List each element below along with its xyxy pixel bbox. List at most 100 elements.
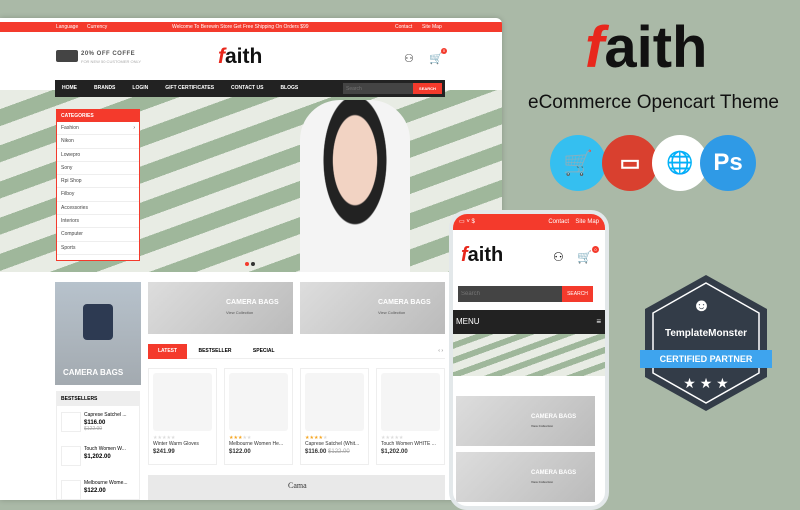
product-price: $116.00: [305, 449, 327, 455]
tab-latest[interactable]: LATEST: [148, 344, 188, 359]
mobile-mockup: ▭ ˅ $ Contact Site Map faith ⚇ 🛒 0 SEARC…: [449, 210, 609, 510]
bestseller-item[interactable]: Caprese Satchel ... $116.00 $122.00: [57, 406, 139, 440]
view-collection-link[interactable]: View Collection: [226, 310, 253, 315]
category-item[interactable]: Sports: [57, 242, 139, 255]
banner-bag[interactable]: CAMERA BAGS View Collection: [300, 282, 445, 334]
categories-title: CATEGORIES: [57, 110, 139, 122]
nav-blogs[interactable]: BLOGS: [280, 85, 298, 91]
category-item[interactable]: Fashion ›: [57, 122, 139, 136]
nav-gift[interactable]: GIFT CERTIFICATES: [165, 85, 214, 91]
bottom-banner[interactable]: Cama: [148, 475, 445, 500]
product-name[interactable]: Touch Women WHITE ...: [381, 441, 440, 447]
nav-home[interactable]: HOME: [62, 85, 77, 91]
opencart-icon: 🛒: [550, 135, 606, 191]
mobile-cart-icon[interactable]: 🛒: [577, 250, 592, 264]
product-card[interactable]: ★★★★★ Caprese Satchel (Whit... $116.00 $12…: [300, 368, 369, 465]
currency-dropdown[interactable]: Currency: [87, 22, 107, 32]
tab-special[interactable]: SPECIAL: [243, 344, 285, 359]
nav-contact[interactable]: CONTACT US: [231, 85, 263, 91]
product-card[interactable]: ★★★★★ Winter Warm Gloves $241.99: [148, 368, 217, 465]
theme-subtitle: eCommerce Opencart Theme: [528, 92, 779, 113]
sitemap-link[interactable]: Site Map: [422, 22, 442, 32]
badge-brand: TemplateMonster: [664, 328, 748, 339]
product-price: $1,202.00: [381, 449, 408, 455]
mobile-banner-shoes[interactable]: CAMERA BAGS View Collection: [456, 396, 595, 446]
promo-title: 20% OFF COFFE: [81, 51, 136, 57]
account-icon[interactable]: ⚇: [404, 52, 414, 65]
welcome-text: Welcome To Berewin Store Get Free Shippi…: [172, 24, 309, 30]
responsive-icon: ▭: [602, 135, 658, 191]
product-name[interactable]: Melbourne Women He...: [229, 441, 288, 447]
mobile-contact-link[interactable]: Contact: [548, 214, 569, 230]
category-item[interactable]: Filboy: [57, 188, 139, 202]
carousel-arrows[interactable]: ‹ ›: [438, 348, 443, 354]
logo[interactable]: faith: [218, 45, 262, 69]
product-card[interactable]: ★★★★★ Melbourne Women He... $122.00: [224, 368, 293, 465]
product-image: [153, 373, 212, 431]
mobile-search-button[interactable]: SEARCH: [562, 286, 593, 302]
category-item[interactable]: Accessories: [57, 202, 139, 216]
bag-image: [83, 304, 113, 340]
left-banner[interactable]: CAMERA BAGS: [55, 282, 141, 385]
category-item[interactable]: Computer: [57, 228, 139, 242]
nav-brands[interactable]: BRANDS: [94, 85, 115, 91]
monster-icon: ☻: [692, 295, 711, 315]
product-tabs: LATEST BESTSELLER SPECIAL ‹ ›: [148, 344, 445, 359]
category-item[interactable]: Lowepro: [57, 149, 139, 162]
mobile-logo[interactable]: faith: [461, 244, 503, 267]
banner-title: CAMERA BAGS: [226, 299, 279, 306]
bestseller-item[interactable]: Touch Women W... $1,202.00: [57, 440, 139, 474]
top-bar: Language Currency Welcome To Berewin Sto…: [0, 22, 502, 32]
brand-logo: faith: [585, 15, 708, 80]
flag-dropdown[interactable]: ▭ ˅: [459, 219, 472, 225]
mobile-sitemap-link[interactable]: Site Map: [575, 214, 599, 230]
cart-icon[interactable]: 🛒: [429, 52, 443, 65]
slider-dot[interactable]: [251, 262, 255, 266]
template-monster-badge: ☻ TemplateMonster CERTIFIED PARTNER ★ ★ …: [640, 273, 772, 413]
photoshop-icon: Ps: [700, 135, 756, 191]
search-button[interactable]: SEARCH: [413, 83, 442, 94]
mobile-search-input[interactable]: [458, 286, 562, 302]
product-price: $122.00: [229, 449, 251, 455]
banner-title: CAMERA BAGS: [63, 368, 124, 377]
search-input[interactable]: [343, 83, 413, 94]
category-item[interactable]: Rpi Shop: [57, 175, 139, 189]
mobile-currency[interactable]: $: [472, 219, 475, 225]
header: 20% OFF COFFE FOR NEW 50 CUSTOMER ONLY f…: [0, 32, 502, 80]
banner-title: CAMERA BAGS: [378, 299, 431, 306]
product-card[interactable]: ★★★★★ Touch Women WHITE ... $1,202.00: [376, 368, 445, 465]
product-image: [305, 373, 364, 431]
banner-shoes[interactable]: CAMERA BAGS View Collection: [148, 282, 293, 334]
product-image: [229, 373, 288, 431]
nav-login[interactable]: LOGIN: [132, 85, 148, 91]
bestsellers-title: BESTSELLERS: [57, 392, 139, 406]
bestseller-item[interactable]: Melbourne Wome... $122.00: [57, 474, 139, 500]
view-collection-link[interactable]: View Collection: [378, 310, 405, 315]
slider-dot-active[interactable]: [245, 262, 249, 266]
hamburger-icon: ≡: [596, 317, 601, 326]
bestsellers-panel: BESTSELLERS Caprese Satchel ... $116.00 $1…: [56, 391, 140, 500]
mobile-cart-count: 0: [592, 246, 599, 253]
product-image: [381, 373, 440, 431]
old-price: $122.00: [328, 449, 350, 455]
language-dropdown[interactable]: Language: [56, 22, 78, 32]
mobile-banner-bag[interactable]: CAMERA BAGS View Collection: [456, 452, 595, 502]
main-nav: HOME BRANDS LOGIN GIFT CERTIFICATES CONTACT …: [55, 80, 445, 97]
categories-menu: CATEGORIES Fashion › Nikon Lowepro Sony R…: [56, 109, 140, 261]
product-name[interactable]: Caprese Satchel (Whit...: [305, 441, 364, 447]
sofa-icon: [56, 50, 78, 62]
bottom-banner-text: Cama: [288, 481, 307, 490]
mobile-account-icon[interactable]: ⚇: [553, 250, 564, 264]
promo-subtitle: FOR NEW 50 CUSTOMER ONLY: [81, 59, 142, 64]
cart-count: 0: [441, 48, 447, 54]
contact-link[interactable]: Contact: [395, 22, 412, 32]
tab-bestseller[interactable]: BESTSELLER: [188, 344, 241, 359]
category-item[interactable]: Nikon: [57, 135, 139, 149]
mobile-topbar: ▭ ˅ $ Contact Site Map: [453, 214, 605, 230]
product-name[interactable]: Winter Warm Gloves: [153, 441, 212, 447]
category-item[interactable]: Interiors: [57, 215, 139, 229]
hero-model-image: [300, 100, 410, 272]
mobile-hero[interactable]: [453, 334, 605, 376]
category-item[interactable]: Sony: [57, 162, 139, 176]
mobile-menu-bar[interactable]: MENU ≡: [453, 310, 605, 334]
